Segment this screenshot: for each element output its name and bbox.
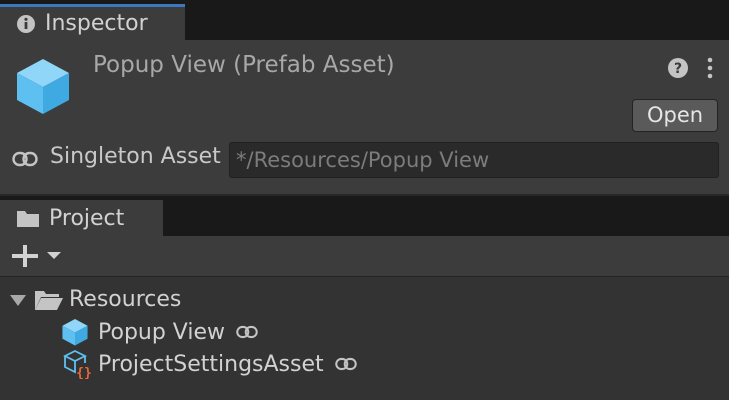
asset-title: Popup View (Prefab Asset) bbox=[93, 52, 395, 78]
svg-text:?: ? bbox=[674, 61, 682, 77]
project-toolbar bbox=[0, 236, 729, 277]
tree-item-label: Popup View bbox=[98, 319, 226, 345]
folder-icon bbox=[17, 211, 39, 227]
tree-item-project-settings-asset[interactable]: {} ProjectSettingsAsset bbox=[63, 349, 357, 379]
folder-open-icon bbox=[35, 290, 63, 310]
open-button[interactable]: Open bbox=[632, 99, 718, 132]
info-icon bbox=[17, 14, 35, 33]
link-icon bbox=[334, 357, 357, 371]
inspector-tab-bar: Inspector bbox=[0, 0, 729, 40]
project-tab-bar: Project bbox=[0, 196, 729, 236]
tree-item-label: ProjectSettingsAsset bbox=[98, 351, 324, 377]
singleton-asset-field[interactable]: */Resources/Popup View bbox=[229, 142, 719, 178]
prefab-cube-icon bbox=[62, 318, 88, 346]
scriptable-object-icon: {} bbox=[63, 349, 92, 379]
tab-project[interactable]: Project bbox=[0, 200, 163, 236]
editor-root: Inspector Popup View (Prefab Asset) ? Op… bbox=[0, 0, 729, 400]
link-icon bbox=[236, 325, 258, 339]
tree-item-resources[interactable]: Resources bbox=[8, 287, 181, 312]
singleton-asset-label: Singleton Asset bbox=[50, 144, 221, 169]
link-icon bbox=[12, 151, 38, 167]
tab-inspector-label: Inspector bbox=[45, 11, 148, 36]
tree-item-label: Resources bbox=[69, 287, 182, 312]
tab-inspector[interactable]: Inspector bbox=[0, 4, 185, 40]
tree-item-popup-view[interactable]: Popup View bbox=[61, 317, 258, 347]
help-icon[interactable]: ? bbox=[667, 57, 689, 79]
more-options-icon[interactable] bbox=[701, 56, 719, 80]
inspector-panel: Popup View (Prefab Asset) ? Open Singlet… bbox=[0, 40, 729, 194]
prefab-cube-icon bbox=[17, 59, 69, 114]
foldout-arrow-icon[interactable] bbox=[8, 292, 28, 308]
svg-text:{}: {} bbox=[76, 366, 92, 379]
add-dropdown-icon[interactable] bbox=[12, 245, 64, 267]
project-tree: Resources Popup View {} ProjectSettingsA… bbox=[0, 277, 729, 400]
tab-project-label: Project bbox=[49, 205, 125, 231]
